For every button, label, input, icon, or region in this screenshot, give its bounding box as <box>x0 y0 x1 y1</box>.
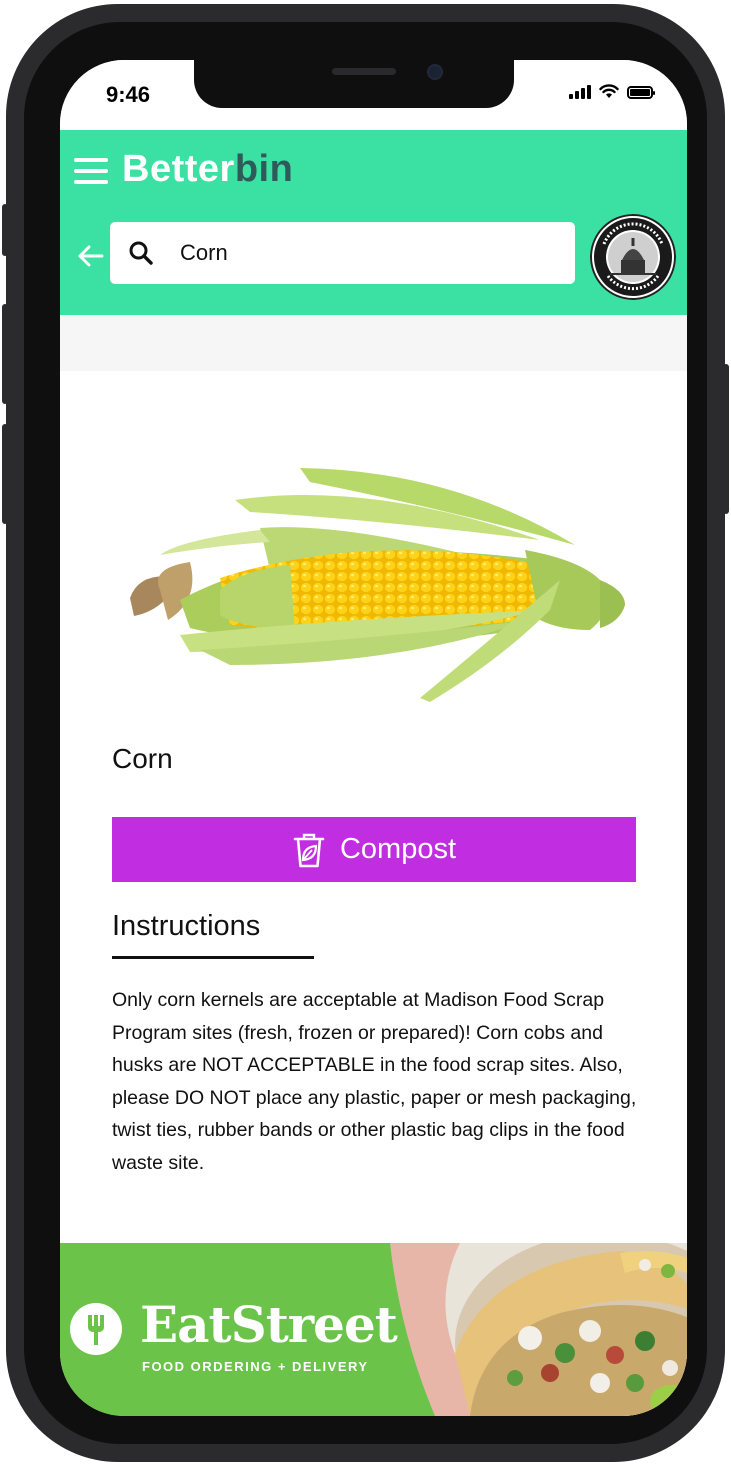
search-box[interactable] <box>110 222 575 284</box>
brand-text-bin: bin <box>234 148 294 190</box>
volume-down-button <box>2 424 8 524</box>
instructions-heading: Instructions <box>112 910 261 942</box>
ad-brand-name: EatStreet <box>140 1295 398 1354</box>
status-time: 9:46 <box>106 82 151 107</box>
compost-button-label: Compost <box>339 833 457 865</box>
brand-logo[interactable]: Betterbin <box>122 148 293 191</box>
eatstreet-ad-banner[interactable]: EatStreet FOOD ORDERING + DELIVERY <box>60 1243 687 1416</box>
power-button <box>723 364 729 514</box>
item-title: Corn <box>112 743 173 774</box>
cellular-signal-icon <box>569 85 591 99</box>
instructions-underline <box>112 956 314 959</box>
city-of-madison-seal-icon[interactable] <box>590 214 676 300</box>
instructions-text: Only corn kernels are acceptable at Madi… <box>112 989 637 1174</box>
app-header: Betterbin <box>60 130 687 315</box>
content-gap <box>60 315 687 371</box>
ad-tagline: FOOD ORDERING + DELIVERY <box>142 1359 369 1374</box>
status-icons <box>569 84 655 99</box>
eatstreet-fork-logo-icon <box>70 1303 122 1355</box>
mute-switch <box>2 204 8 256</box>
back-arrow-icon[interactable] <box>74 240 106 272</box>
front-camera <box>427 64 443 80</box>
app-screen: 9:46 Betterbin Corn Corn Compost Instruc… <box>60 60 687 1416</box>
phone-notch <box>194 60 514 108</box>
compost-bin-leaf-icon <box>293 833 325 867</box>
compost-button[interactable]: Compost <box>112 817 636 882</box>
battery-icon <box>627 86 655 99</box>
volume-up-button <box>2 304 8 404</box>
hamburger-menu-icon[interactable] <box>74 158 108 184</box>
speaker-grille <box>332 68 396 75</box>
brand-text-better: Better <box>122 148 235 190</box>
search-icon <box>129 241 153 265</box>
search-input[interactable] <box>180 228 560 278</box>
wifi-icon <box>599 84 619 98</box>
corn-cob-image <box>130 468 625 702</box>
